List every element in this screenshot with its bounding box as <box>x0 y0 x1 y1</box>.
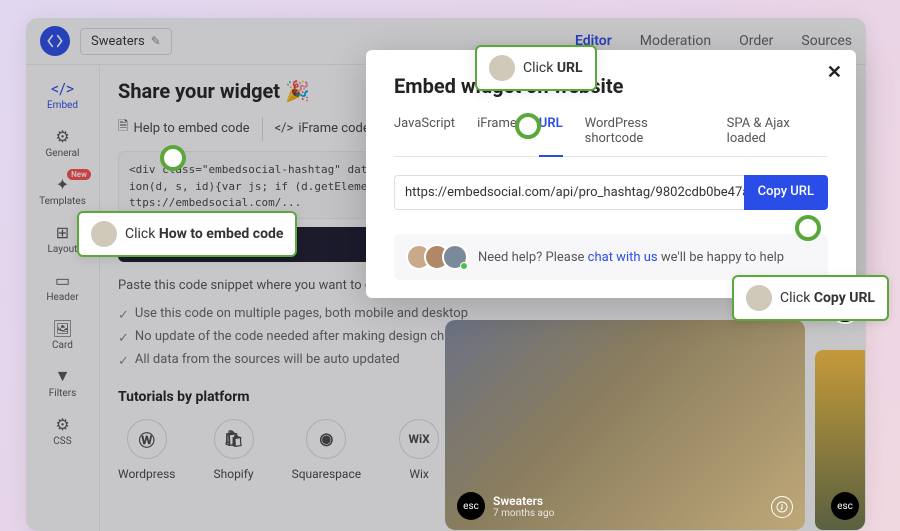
avatar-icon <box>489 55 515 81</box>
modal-tab-javascript[interactable]: JavaScript <box>394 116 455 156</box>
chat-link[interactable]: chat with us <box>588 250 658 265</box>
esc-badge: esc <box>831 492 859 520</box>
preview-meta: esc Sweaters 7 months ago <box>457 492 554 520</box>
modal-tabs: JavaScript iFrame URL WordPress shortcod… <box>394 116 828 157</box>
modal-title: Embed widget on website <box>394 74 828 98</box>
tooltip-embed-code: Click How to embed code <box>77 211 297 257</box>
tooltip-text: Click <box>523 60 557 76</box>
tooltip-url: Click URL <box>475 45 597 91</box>
support-avatars <box>406 244 468 270</box>
tooltip-bold: Copy URL <box>814 290 875 306</box>
modal-tab-url[interactable]: URL <box>539 116 563 157</box>
widget-preview: esc esc Sweaters 7 months ago <box>445 320 865 530</box>
tooltip-copy-url: Click Copy URL <box>732 275 889 321</box>
tooltip-bold: URL <box>557 60 583 76</box>
close-button[interactable]: ✕ <box>827 62 842 83</box>
tooltip-text: Click <box>780 290 814 306</box>
tooltip-bold: How to embed code <box>159 226 284 242</box>
tooltip-text: Click <box>125 226 159 242</box>
preview-name: Sweaters <box>493 494 554 508</box>
help-row: Need help? Please chat with us we'll be … <box>394 234 828 280</box>
avatar-icon <box>91 221 117 247</box>
modal-tab-iframe[interactable]: iFrame <box>477 116 517 156</box>
copy-url-button[interactable]: Copy URL <box>744 175 828 210</box>
url-row: https://embedsocial.com/api/pro_hashtag/… <box>394 175 828 210</box>
pinterest-icon[interactable] <box>771 496 793 518</box>
step-marker-1 <box>160 145 186 171</box>
modal-tab-wordpress[interactable]: WordPress shortcode <box>585 116 705 156</box>
preview-time: 7 months ago <box>493 508 554 519</box>
modal-tab-spa[interactable]: SPA & Ajax loaded <box>727 116 828 156</box>
help-text: Need help? Please chat with us we'll be … <box>478 250 784 265</box>
avatar-icon <box>746 285 772 311</box>
online-dot-icon <box>460 262 468 270</box>
url-input[interactable]: https://embedsocial.com/api/pro_hashtag/… <box>394 175 744 210</box>
help-prefix: Need help? Please <box>478 250 588 265</box>
embed-modal: ✕ Embed widget on website JavaScript iFr… <box>366 50 856 298</box>
step-marker-2 <box>515 113 541 139</box>
esc-avatar: esc <box>457 492 485 520</box>
help-suffix: we'll be happy to help <box>658 250 784 265</box>
step-marker-3 <box>795 215 821 241</box>
